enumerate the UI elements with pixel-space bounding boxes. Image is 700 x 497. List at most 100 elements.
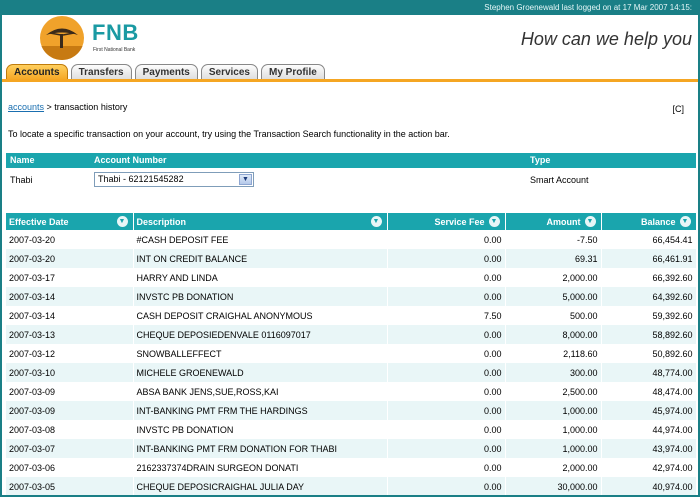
- cell-amount: -7.50: [505, 230, 602, 249]
- transactions-table: Effective Date ▼ Description ▼ Service Fee…: [6, 213, 697, 495]
- cell-description: SNOWBALLEFFECT: [133, 344, 388, 363]
- table-row: 2007-03-07 INT-BANKING PMT FRM DONATION F…: [6, 439, 697, 458]
- cell-date: 2007-03-07: [6, 439, 134, 458]
- cell-description: INT-BANKING PMT FRM THE HARDINGS: [133, 401, 388, 420]
- cell-description: INT ON CREDIT BALANCE: [133, 249, 388, 268]
- account-name: Thabi: [10, 175, 33, 185]
- corner-c-link[interactable]: [C]: [672, 104, 684, 114]
- cell-balance: 45,974.00: [601, 401, 697, 420]
- tab-payments[interactable]: Payments: [134, 64, 198, 80]
- instructions-text: To locate a specific transaction on your…: [8, 129, 450, 139]
- cell-description: CASH DEPOSIT CRAIGHAL ANONYMOUS: [133, 306, 388, 325]
- cell-date: 2007-03-10: [6, 363, 134, 382]
- cell-amount: 8,000.00: [505, 325, 602, 344]
- cell-date: 2007-03-09: [6, 401, 134, 420]
- tab-transfers[interactable]: Transfers: [70, 64, 132, 80]
- tagline: How can we help you: [520, 29, 692, 49]
- breadcrumb-accounts-link[interactable]: accounts: [8, 102, 44, 112]
- tab-my-profile[interactable]: My Profile: [261, 64, 325, 80]
- cell-service-fee: 0.00: [387, 458, 506, 477]
- table-row: 2007-03-12 SNOWBALLEFFECT 0.00 2,118.60 50,8…: [6, 344, 697, 363]
- cell-description: #CASH DEPOSIT FEE: [133, 230, 388, 249]
- cell-description: INT-BANKING PMT FRM DONATION FOR THABI: [133, 439, 388, 458]
- column-balance[interactable]: Balance ▼: [601, 213, 697, 230]
- cell-amount: 30,000.00: [505, 477, 602, 495]
- column-amount[interactable]: Amount ▼: [505, 213, 602, 230]
- cell-service-fee: 7.50: [387, 306, 506, 325]
- table-row: 2007-03-20 #CASH DEPOSIT FEE 0.00 -7.50 66,4…: [6, 230, 697, 249]
- main-tabs: Accounts Transfers Payments Services My …: [6, 64, 325, 80]
- tab-services[interactable]: Services: [200, 64, 258, 80]
- table-row: 2007-03-14 CASH DEPOSIT CRAIGHAL ANONYMOU…: [6, 306, 697, 325]
- cell-balance: 42,974.00: [601, 458, 697, 477]
- cell-balance: 43,974.00: [601, 439, 697, 458]
- cell-service-fee: 0.00: [387, 382, 506, 401]
- column-description[interactable]: Description ▼: [133, 213, 388, 230]
- cell-description: ABSA BANK JENS,SUE,ROSS,KAI: [133, 382, 388, 401]
- account-select-value: Thabi - 62121545282: [98, 174, 184, 184]
- table-row: 2007-03-08 INVSTC PB DONATION 0.00 1,000.00…: [6, 420, 697, 439]
- cell-date: 2007-03-17: [6, 268, 134, 287]
- cell-date: 2007-03-20: [6, 249, 134, 268]
- login-status-bar: Stephen Groenewald last logged on at 17 …: [2, 2, 698, 15]
- cell-description: CHEQUE DEPOSIEDENVALE 0116097017: [133, 325, 388, 344]
- cell-balance: 66,454.41: [601, 230, 697, 249]
- cell-date: 2007-03-14: [6, 287, 134, 306]
- table-header-row: Effective Date ▼ Description ▼ Service Fee…: [6, 213, 697, 230]
- cell-date: 2007-03-05: [6, 477, 134, 495]
- brand-name: FNB: [92, 20, 139, 45]
- sort-icon[interactable]: ▼: [584, 216, 596, 227]
- table-row: 2007-03-14 INVSTC PB DONATION 0.00 5,000.00…: [6, 287, 697, 306]
- cell-date: 2007-03-06: [6, 458, 134, 477]
- fnb-logo[interactable]: FNB First National Bank: [40, 16, 190, 60]
- sort-icon[interactable]: ▼: [679, 216, 691, 227]
- account-type-header: Type: [530, 155, 551, 165]
- cell-service-fee: 0.00: [387, 439, 506, 458]
- transactions-body: 2007-03-20 #CASH DEPOSIT FEE 0.00 -7.50 66,4…: [6, 230, 697, 495]
- cell-balance: 44,974.00: [601, 420, 697, 439]
- column-service-fee[interactable]: Service Fee ▼: [387, 213, 506, 230]
- sort-icon[interactable]: ▼: [488, 216, 500, 227]
- last-login-text: Stephen Groenewald last logged on at 17 …: [484, 3, 692, 12]
- table-row: 2007-03-17 HARRY AND LINDA 0.00 2,000.00 66,…: [6, 268, 697, 287]
- browser-frame: Stephen Groenewald last logged on at 17 …: [0, 0, 700, 497]
- cell-amount: 2,500.00: [505, 382, 602, 401]
- chevron-down-icon[interactable]: ▼: [239, 174, 252, 185]
- cell-service-fee: 0.00: [387, 420, 506, 439]
- cell-amount: 300.00: [505, 363, 602, 382]
- table-row: 2007-03-09 INT-BANKING PMT FRM THE HARDIN…: [6, 401, 697, 420]
- cell-balance: 40,974.00: [601, 477, 697, 495]
- cell-service-fee: 0.00: [387, 230, 506, 249]
- cell-service-fee: 0.00: [387, 287, 506, 306]
- cell-service-fee: 0.00: [387, 344, 506, 363]
- cell-balance: 48,774.00: [601, 363, 697, 382]
- table-row: 2007-03-05 CHEQUE DEPOSICRAIGHAL JULIA DA…: [6, 477, 697, 495]
- account-row: Thabi Thabi - 62121545282 ▼ Smart Accoun…: [6, 168, 696, 193]
- account-type: Smart Account: [530, 175, 589, 185]
- cell-service-fee: 0.00: [387, 249, 506, 268]
- account-panel: Name Account Number Type Thabi Thabi - 6…: [6, 153, 696, 193]
- sort-icon[interactable]: ▼: [370, 216, 382, 227]
- tab-accounts[interactable]: Accounts: [6, 64, 68, 80]
- cell-service-fee: 0.00: [387, 401, 506, 420]
- cell-balance: 58,892.60: [601, 325, 697, 344]
- column-effective-date[interactable]: Effective Date ▼: [6, 213, 134, 230]
- sort-icon[interactable]: ▼: [116, 216, 128, 227]
- cell-date: 2007-03-20: [6, 230, 134, 249]
- cell-date: 2007-03-13: [6, 325, 134, 344]
- cell-amount: 69.31: [505, 249, 602, 268]
- cell-date: 2007-03-08: [6, 420, 134, 439]
- cell-description: INVSTC PB DONATION: [133, 420, 388, 439]
- cell-balance: 59,392.60: [601, 306, 697, 325]
- cell-service-fee: 0.00: [387, 363, 506, 382]
- brand-subtitle: First National Bank: [93, 47, 136, 53]
- cell-amount: 2,000.00: [505, 268, 602, 287]
- cell-balance: 50,892.60: [601, 344, 697, 363]
- cell-description: MICHELE GROENEWALD: [133, 363, 388, 382]
- account-select[interactable]: Thabi - 62121545282 ▼: [94, 172, 254, 187]
- cell-service-fee: 0.00: [387, 325, 506, 344]
- cell-amount: 1,000.00: [505, 420, 602, 439]
- cell-description: HARRY AND LINDA: [133, 268, 388, 287]
- table-row: 2007-03-20 INT ON CREDIT BALANCE 0.00 69.31…: [6, 249, 697, 268]
- cell-balance: 66,461.91: [601, 249, 697, 268]
